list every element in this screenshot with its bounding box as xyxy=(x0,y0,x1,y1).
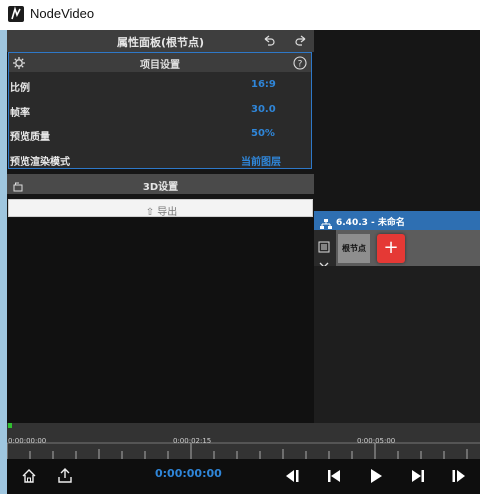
app-logo-icon xyxy=(8,6,24,22)
preview-quality-value[interactable]: 50% xyxy=(251,128,275,139)
skip-start-icon[interactable] xyxy=(282,468,300,488)
preview-render-mode-label: 预览渲染模式 xyxy=(10,157,70,168)
export-label: 导出 xyxy=(157,207,178,218)
timeline-tick-label: 0:00:00:00 xyxy=(8,437,47,445)
export-label-wrap: ⇧ 导出 xyxy=(9,203,314,218)
export-button[interactable]: ⇧ 导出 xyxy=(8,199,314,218)
ratio-label: 比例 xyxy=(10,83,30,94)
ratio-value[interactable]: 16:9 xyxy=(251,79,276,90)
preview-area xyxy=(7,218,314,423)
step-forward-icon[interactable] xyxy=(410,468,426,488)
home-icon[interactable] xyxy=(21,468,37,488)
add-node-button[interactable]: + xyxy=(377,234,405,263)
project-settings-header: 项目设置 ? xyxy=(9,53,311,72)
node-tree-icon xyxy=(320,215,332,229)
node-canvas[interactable] xyxy=(314,266,480,423)
playhead-marker[interactable] xyxy=(8,423,12,428)
node-list-icon[interactable] xyxy=(318,238,330,253)
share-icon[interactable] xyxy=(57,467,73,488)
redo-icon[interactable] xyxy=(292,33,310,49)
settings-3d-label: 3D设置 xyxy=(142,182,179,193)
window-frame-left xyxy=(0,30,7,494)
play-icon[interactable] xyxy=(368,467,384,489)
timeline-ruler[interactable]: 0:00:00:00 0:00:02:15 0:00:05:00 xyxy=(7,423,480,459)
window-title: NodeVideo xyxy=(30,6,95,21)
playback-controls: 0:00:00:00 xyxy=(7,459,480,494)
window-titlebar: NodeVideo xyxy=(0,0,480,31)
svg-text:?: ? xyxy=(298,60,303,70)
skip-end-icon[interactable] xyxy=(451,468,469,488)
timecode: 0:00:00:00 xyxy=(155,467,222,480)
node-panel-title: 6.40.3 - 未命名 xyxy=(336,218,405,228)
root-node[interactable]: 根节点 xyxy=(338,234,370,263)
upload-icon: ⇧ xyxy=(145,207,155,218)
settings-3d-section[interactable]: 3D设置 xyxy=(7,174,314,194)
framerate-label: 帧率 xyxy=(10,108,30,119)
node-panel-titlebar: 6.40.3 - 未命名 xyxy=(314,211,480,230)
preview-render-mode-value[interactable]: 当前图层 xyxy=(241,153,281,168)
project-settings-panel: 项目设置 ? 比例 16:9 帧率 30.0 预览质量 50% 预览渲染模式 当… xyxy=(8,52,312,169)
framerate-value[interactable]: 30.0 xyxy=(251,104,276,115)
root-node-label: 根节点 xyxy=(342,244,366,253)
chevron-down-icon[interactable] xyxy=(318,254,330,268)
plus-icon: + xyxy=(383,237,399,258)
help-icon[interactable]: ? xyxy=(293,55,307,70)
timeline-tick-label: 0:00:05:00 xyxy=(357,437,396,445)
properties-header: 属性面板(根节点) xyxy=(7,30,314,52)
timeline-tick-label: 0:00:02:15 xyxy=(173,437,212,445)
step-back-icon[interactable] xyxy=(326,468,342,488)
project-settings-title: 项目设置 xyxy=(140,60,180,71)
preview-quality-label: 预览质量 xyxy=(10,132,50,143)
undo-icon[interactable] xyxy=(260,33,278,49)
